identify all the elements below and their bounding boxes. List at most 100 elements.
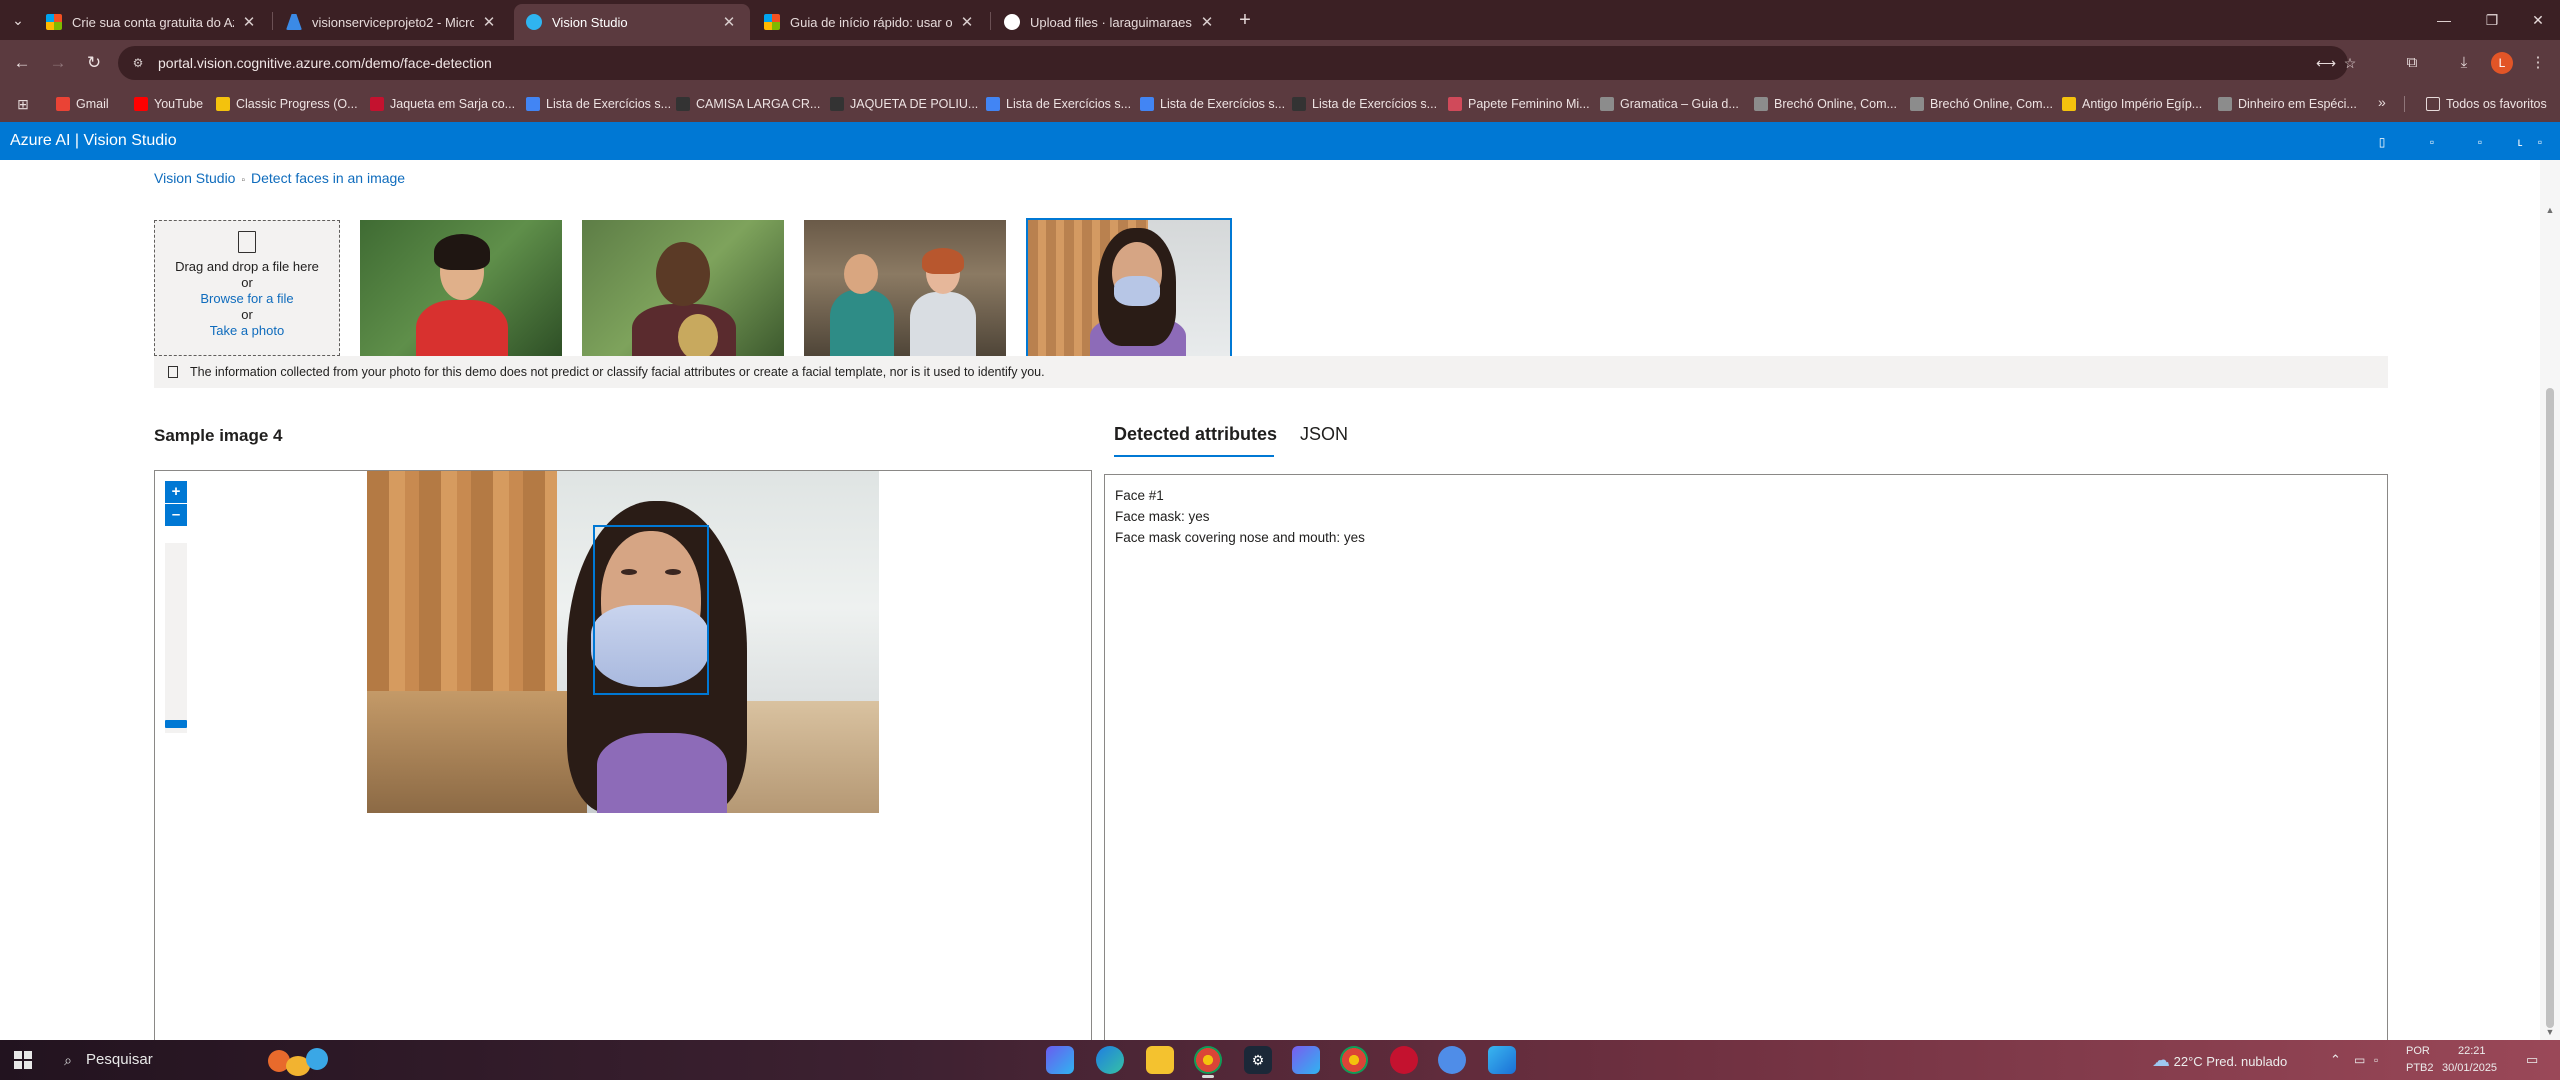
close-tab-icon[interactable]: ✕ (720, 13, 738, 31)
steam-app-icon[interactable]: ⚙ (1244, 1046, 1272, 1074)
more-bookmarks-icon[interactable]: » (2378, 94, 2386, 110)
close-tab-icon[interactable]: ✕ (240, 13, 258, 31)
scroll-up-icon[interactable]: ▲ (2544, 204, 2556, 216)
browser-tab[interactable]: Guia de início rápido: usar o se ✕ (752, 4, 988, 40)
downloads-icon[interactable]: ⤓ (2452, 51, 2476, 75)
bookmark-favicon-icon (830, 97, 844, 111)
chrome-profile-app-icon[interactable] (1340, 1046, 1368, 1074)
close-tab-icon[interactable]: ✕ (480, 13, 498, 31)
bookmark-label: Antigo Império Egíp... (2082, 97, 2203, 111)
feedback-icon[interactable]: ʟ (2512, 134, 2528, 150)
browser-tab-active[interactable]: Vision Studio ✕ (514, 4, 750, 40)
bookmark-item[interactable]: Antigo Império Egíp... (2062, 94, 2202, 114)
bookmark-item[interactable]: Lista de Exercícios s... (526, 94, 671, 114)
bookmark-item[interactable]: Gmail (56, 94, 109, 114)
browser-tab[interactable]: Upload files · laraguimaraess/la ✕ (992, 4, 1228, 40)
keyboard-layout-indicator[interactable]: PTB2 (2406, 1062, 2434, 1074)
zoom-out-button[interactable]: – (165, 504, 187, 526)
back-arrow-icon[interactable]: ← (10, 51, 34, 75)
account-icon[interactable]: ▫ (2532, 134, 2548, 150)
file-drop-zone[interactable]: Drag and drop a file here or Browse for … (154, 220, 340, 356)
main-content: Vision Studio ▫ Detect faces in an image D… (0, 160, 2560, 1040)
onedrive-icon[interactable]: ▭ (2354, 1040, 2365, 1080)
bookmark-favicon-icon (1448, 97, 1462, 111)
notifications-icon[interactable]: ▭ (2526, 1040, 2538, 1080)
bookmark-item[interactable]: Classic Progress (O... (216, 94, 358, 114)
bookmark-item[interactable]: Lista de Exercícios s... (1292, 94, 1437, 114)
bookmark-star-icon[interactable]: ☆ (2340, 53, 2360, 73)
windows-start-icon[interactable] (14, 1051, 32, 1069)
bookmark-item[interactable]: YouTube (134, 94, 203, 114)
scrollbar-thumb[interactable] (2546, 388, 2554, 1028)
media-app-icon[interactable] (1390, 1046, 1418, 1074)
extensions-icon[interactable]: ⧉ (2400, 51, 2424, 75)
file-explorer-app-icon[interactable] (1146, 1046, 1174, 1074)
bookmark-item[interactable]: CAMISA LARGA CR... (676, 94, 820, 114)
zoom-in-button[interactable]: + (165, 481, 187, 503)
language-indicator[interactable]: POR (2406, 1045, 2430, 1057)
copilot-app-icon[interactable] (1046, 1046, 1074, 1074)
sample-image-1-thumbnail[interactable] (360, 220, 562, 356)
url-text[interactable]: portal.vision.cognitive.azure.com/demo/f… (158, 55, 492, 71)
scroll-down-icon[interactable]: ▼ (2544, 1026, 2556, 1038)
site-info-icon[interactable]: ⚙ (130, 55, 146, 71)
tab-detected-attributes[interactable]: Detected attributes (1114, 424, 1277, 445)
bookmark-item[interactable]: Gramatica – Guia d... (1600, 94, 1739, 114)
portal-icon[interactable]: ▯ (2374, 134, 2390, 150)
reload-icon[interactable]: ↻ (82, 51, 106, 75)
menu-kebab-icon[interactable]: ⋮ (2526, 51, 2550, 75)
address-bar[interactable]: ⚙ portal.vision.cognitive.azure.com/demo… (118, 46, 2356, 80)
network-icon[interactable]: ▫ (2374, 1040, 2378, 1080)
privacy-notice: The information collected from your phot… (154, 356, 2388, 388)
apps-grid-icon[interactable]: ⊞ (14, 95, 32, 113)
restore-window-icon[interactable]: ❐ (2468, 0, 2516, 40)
edge-app-icon[interactable] (1096, 1046, 1124, 1074)
tab-json[interactable]: JSON (1300, 424, 1348, 445)
forward-arrow-icon[interactable]: → (46, 51, 70, 75)
weather-widget[interactable]: ☁ 22°C Pred. nublado (2152, 1040, 2287, 1080)
tab-search-dropdown-icon[interactable]: ⌄ (6, 9, 30, 31)
microsoft-logo-icon (46, 14, 62, 30)
snipping-tool-app-icon[interactable] (1488, 1046, 1516, 1074)
zoom-slider-track[interactable] (165, 543, 187, 733)
bookmark-label: JAQUETA DE POLIU... (850, 97, 979, 111)
new-tab-button[interactable]: + (1232, 7, 1258, 33)
close-tab-icon[interactable]: ✕ (1198, 13, 1216, 31)
clock-time[interactable]: 22:21 (2458, 1045, 2486, 1057)
bookmark-item[interactable]: Brechó Online, Com... (1910, 94, 2053, 114)
browser-tab[interactable]: visionserviceprojeto2 - Micros ✕ (274, 4, 510, 40)
clock-date[interactable]: 30/01/2025 (2442, 1062, 2497, 1074)
help-icon[interactable]: ▫ (2472, 134, 2488, 150)
breadcrumb-detect-faces[interactable]: Detect faces in an image (251, 170, 405, 186)
profile-avatar[interactable]: L (2491, 52, 2513, 74)
bookmark-item[interactable]: Lista de Exercícios s... (1140, 94, 1285, 114)
minimize-window-icon[interactable]: — (2420, 0, 2468, 40)
zoom-slider-handle[interactable] (165, 719, 187, 728)
browser-tab[interactable]: Crie sua conta gratuita do Azu ✕ (34, 4, 270, 40)
taskbar-search-input[interactable]: Pesquisar (86, 1051, 153, 1068)
bookmark-item[interactable]: Lista de Exercícios s... (986, 94, 1131, 114)
chrome-app-icon[interactable] (1194, 1046, 1222, 1078)
search-icon[interactable]: ⌕ (58, 1050, 78, 1070)
close-window-icon[interactable]: ✕ (2514, 0, 2560, 40)
sample-image-4-thumbnail[interactable] (1026, 218, 1232, 358)
browse-file-link[interactable]: Browse for a file (155, 291, 339, 307)
page-scrollbar[interactable]: ▲ ▼ (2540, 160, 2560, 1040)
breadcrumb-vision-studio[interactable]: Vision Studio (154, 170, 235, 186)
bookmark-item[interactable]: Jaqueta em Sarja co... (370, 94, 515, 114)
bookmark-item[interactable]: Papete Feminino Mi... (1448, 94, 1590, 114)
browser-app-icon[interactable] (1438, 1046, 1466, 1074)
settings-icon[interactable]: ▫ (2424, 134, 2440, 150)
bookmark-item[interactable]: JAQUETA DE POLIU... (830, 94, 978, 114)
sample-image-2-thumbnail[interactable] (582, 220, 784, 356)
sample-image-3-thumbnail[interactable] (804, 220, 1006, 356)
bookmark-item[interactable]: Brechó Online, Com... (1754, 94, 1897, 114)
close-tab-icon[interactable]: ✕ (958, 13, 976, 31)
take-photo-link[interactable]: Take a photo (155, 323, 339, 339)
vision-studio-icon (526, 14, 542, 30)
bookmark-item[interactable]: Dinheiro em Espéci... (2218, 94, 2357, 114)
all-favorites-folder[interactable]: Todos os favoritos (2426, 94, 2547, 114)
translate-icon[interactable]: ⟷ (2316, 53, 2336, 73)
office-app-icon[interactable] (1292, 1046, 1320, 1074)
show-hidden-icons[interactable]: ⌃ (2330, 1040, 2341, 1080)
